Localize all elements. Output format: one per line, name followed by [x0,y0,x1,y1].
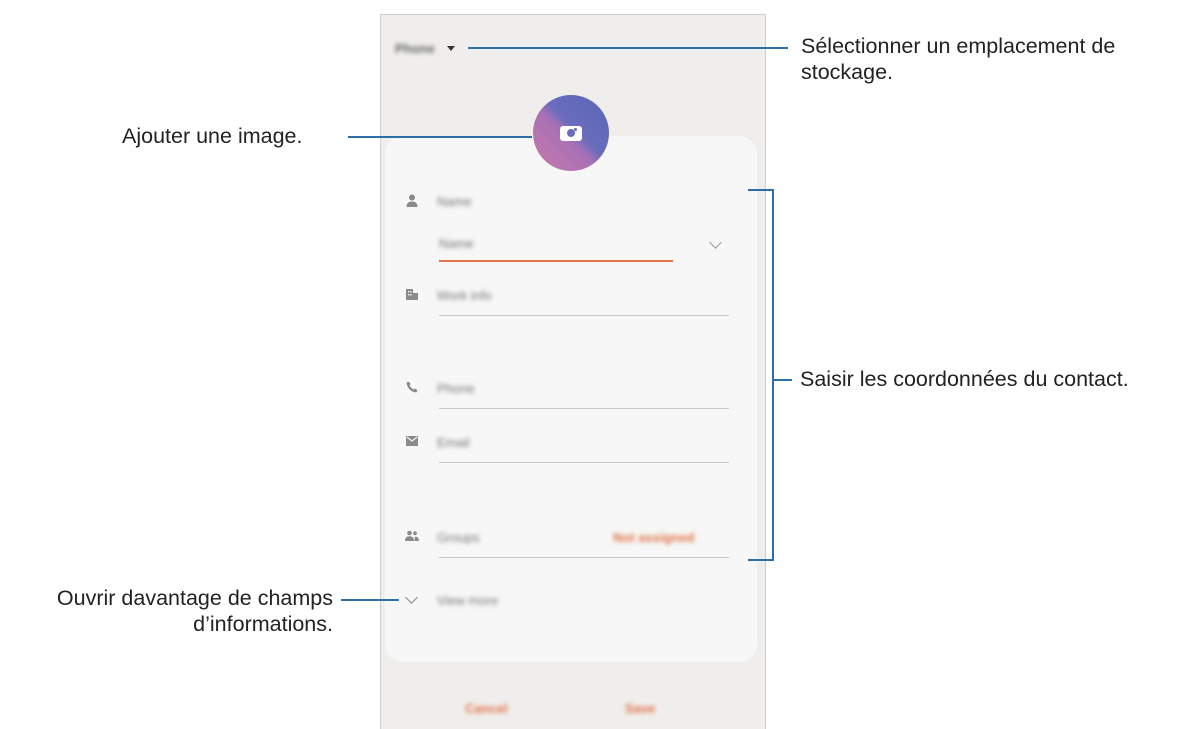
more-fields-annotation: Ouvrir davantage de champs d’information… [6,585,333,637]
image-annotation: Ajouter une image. [122,124,303,148]
contact-callout-line [774,379,792,381]
storage-label: Phone [395,41,435,56]
email-input[interactable]: Email [437,435,470,450]
name-field-label: Name [437,194,472,209]
chevron-down-icon [405,591,418,604]
more-fields-annotation-line1: Ouvrir davantage de champs [56,586,333,610]
groups-label: Groups [437,530,480,545]
add-image-button[interactable] [533,95,609,171]
groups-value[interactable]: Not assigned [613,530,695,545]
more-fields-annotation-line2: d’informations. [193,612,333,636]
name-underline [439,260,673,262]
phone-screen: Phone Name Name Work info Phone Email Gr… [380,14,766,729]
contact-bracket-bottom [748,559,774,561]
chevron-down-icon[interactable] [709,236,722,249]
envelope-icon [405,435,419,449]
phone-input[interactable]: Phone [437,381,475,396]
contact-form-card: Name Name Work info Phone Email Groups N… [385,136,757,662]
caret-down-icon[interactable] [446,46,455,51]
contact-bracket-vertical [772,189,774,561]
groups-underline [439,557,729,558]
building-icon [405,288,419,302]
more-fields-callout-line [341,599,399,601]
phone-underline [439,408,729,409]
cancel-button[interactable]: Cancel [465,701,508,716]
image-callout-line [348,136,532,138]
phone-icon [405,381,419,395]
name-input[interactable]: Name [439,236,474,251]
storage-callout-line [468,47,788,49]
contact-bracket-top [748,189,774,191]
storage-selector[interactable]: Phone [395,41,455,56]
work-info-underline [439,315,729,316]
group-icon [405,530,419,544]
work-info-input[interactable]: Work info [437,288,492,303]
view-more-label[interactable]: View more [437,593,498,608]
email-underline [439,462,729,463]
contact-info-annotation: Saisir les coordonnées du contact. [800,367,1129,391]
storage-annotation-line2: stockage. [801,60,894,84]
save-button[interactable]: Save [625,701,655,716]
camera-icon [560,125,582,141]
storage-annotation-line1: Sélectionner un emplacement de [801,34,1116,58]
person-icon [405,194,419,208]
storage-annotation: Sélectionner un emplacement de stockage. [801,33,1115,85]
